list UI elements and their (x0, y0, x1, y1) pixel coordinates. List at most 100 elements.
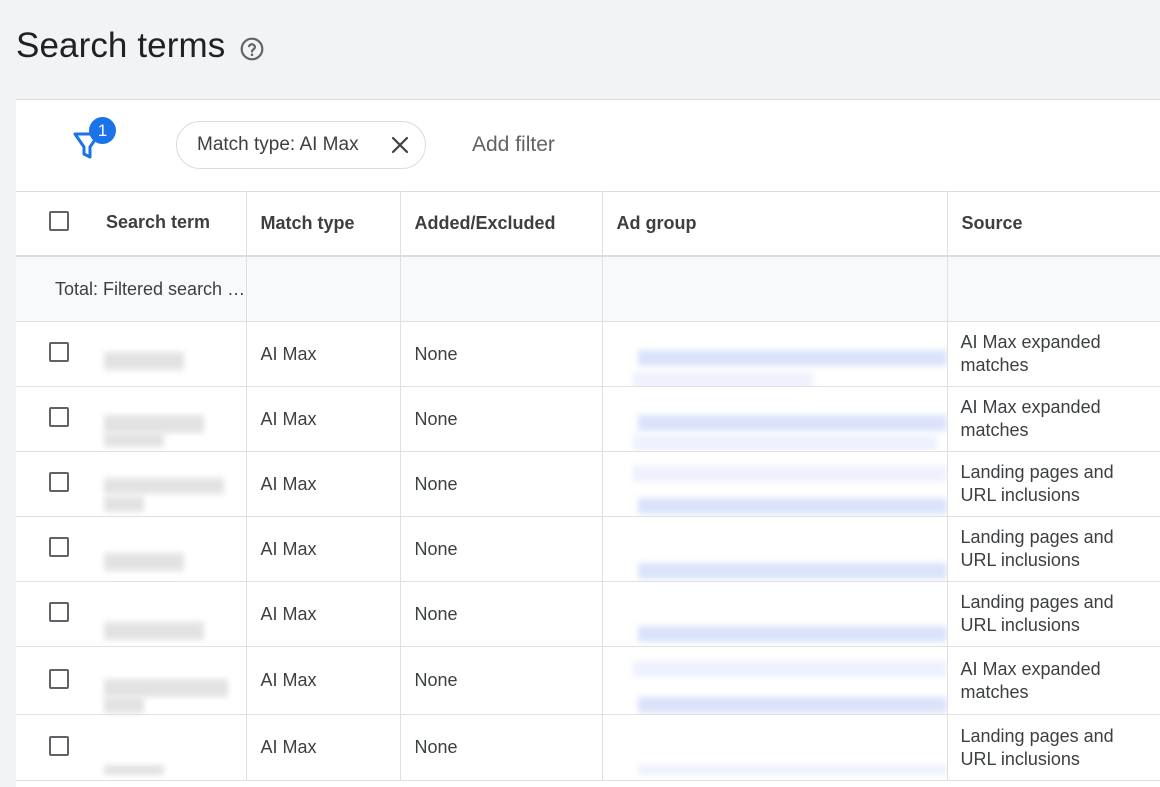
ad-group-cell[interactable] (602, 386, 948, 452)
added-excluded-value: None (414, 343, 458, 364)
table-row[interactable]: AI Max None AI Max expanded matches (16, 321, 1160, 387)
source-line: matches (960, 420, 1029, 440)
table-row[interactable]: AI Max None Landing pages and URL inclusi… (16, 581, 1160, 647)
search-terms-card: 1 Match type: AI Max Add filter Search t… (16, 99, 1160, 787)
source-line: URL inclusions (960, 550, 1080, 570)
total-label: Total: Filtered search … (55, 278, 246, 299)
column-header-source[interactable]: Source (947, 191, 1160, 257)
source-cell: AI Max expanded matches (947, 386, 1160, 452)
filter-bar: 1 Match type: AI Max Add filter (16, 100, 1160, 192)
redacted-ad-group (633, 517, 946, 581)
source-line: Landing pages and (960, 725, 1114, 746)
match-type-cell: AI Max (246, 386, 401, 452)
match-type-value: AI Max (260, 603, 317, 624)
match-type-value: AI Max (260, 737, 317, 757)
page-title-row: Search terms (16, 26, 265, 66)
added-excluded-cell: None (400, 321, 603, 387)
total-label-cell: Total: Filtered search … (16, 256, 247, 322)
row-checkbox[interactable] (49, 342, 69, 362)
source-cell: AI Max expanded matches (947, 321, 1160, 387)
redacted-ad-group (632, 387, 946, 451)
help-circle-icon[interactable] (239, 31, 265, 61)
row-checkbox[interactable] (49, 407, 69, 427)
redacted-search-term (104, 527, 228, 571)
redacted-search-term (104, 592, 228, 640)
added-excluded-value: None (414, 737, 458, 757)
added-excluded-value: None (414, 473, 458, 494)
total-cell (400, 256, 603, 322)
match-type-value: AI Max (260, 538, 317, 559)
ad-group-cell[interactable] (602, 451, 948, 517)
match-type-cell: AI Max (246, 451, 401, 517)
source-cell: Landing pages and URL inclusions (947, 451, 1160, 517)
table-row[interactable]: AI Max None Landing pages and URL inclusi… (16, 451, 1160, 517)
ad-group-cell[interactable] (602, 714, 948, 781)
filter-button[interactable]: 1 (72, 117, 120, 165)
column-header-ad-group[interactable]: Ad group (602, 191, 948, 257)
source-cell: Landing pages and URL inclusions (947, 516, 1160, 582)
source-line: Landing pages and (960, 592, 1114, 612)
redacted-ad-group (632, 322, 946, 386)
add-filter-button[interactable]: Add filter (472, 133, 555, 157)
close-icon[interactable] (389, 134, 411, 156)
match-type-cell: AI Max (246, 714, 401, 781)
row-checkbox[interactable] (49, 602, 69, 622)
search-term-cell (16, 321, 247, 387)
column-header-match-type[interactable]: Match type (246, 191, 401, 257)
redacted-search-term (104, 332, 228, 376)
match-type-cell: AI Max (246, 321, 401, 387)
added-excluded-cell: None (400, 386, 603, 452)
column-header-label: Ad group (616, 212, 697, 233)
column-header-label: Match type (260, 212, 355, 233)
ad-group-cell[interactable] (602, 321, 948, 387)
added-excluded-cell: None (400, 581, 603, 647)
source-line: AI Max expanded (960, 397, 1101, 417)
search-terms-table: Search term Match type Added/Excluded Ad… (16, 191, 1160, 781)
column-header-search-term[interactable]: Search term (16, 191, 247, 257)
column-header-added-excluded[interactable]: Added/Excluded (400, 191, 603, 257)
redacted-search-term (104, 397, 228, 447)
select-all-checkbox[interactable] (49, 211, 69, 231)
source-line: Landing pages and (960, 462, 1114, 482)
row-checkbox[interactable] (49, 472, 69, 492)
table-row[interactable]: AI Max None AI Max expanded matches (16, 646, 1160, 715)
ad-group-cell[interactable] (602, 646, 948, 715)
source-line: matches (960, 681, 1029, 702)
table-row[interactable]: AI Max None Landing pages and URL inclusi… (16, 516, 1160, 582)
table-row[interactable]: AI Max None Landing pages and URL inclusi… (16, 714, 1160, 781)
row-checkbox[interactable] (49, 668, 69, 689)
redacted-ad-group (632, 452, 946, 516)
redacted-ad-group (633, 582, 946, 646)
match-type-value: AI Max (260, 408, 317, 429)
ad-group-cell[interactable] (602, 581, 948, 647)
redacted-search-term (104, 725, 228, 775)
source-line: URL inclusions (960, 748, 1080, 769)
added-excluded-value: None (414, 603, 458, 624)
total-cell (246, 256, 401, 322)
filter-chip-label: Match type: AI Max (197, 134, 359, 155)
redacted-ad-group (633, 715, 946, 780)
redacted-search-term (104, 462, 228, 512)
search-term-cell (16, 581, 247, 647)
page-title: Search terms (16, 26, 226, 65)
added-excluded-cell: None (400, 451, 603, 517)
added-excluded-value: None (414, 408, 458, 429)
source-cell: AI Max expanded matches (947, 646, 1160, 715)
table-row[interactable]: AI Max None AI Max expanded matches (16, 386, 1160, 452)
match-type-filter-chip[interactable]: Match type: AI Max (176, 121, 426, 169)
match-type-value: AI Max (260, 670, 317, 690)
ad-group-cell[interactable] (602, 516, 948, 582)
source-line: URL inclusions (960, 485, 1080, 505)
added-excluded-cell: None (400, 714, 603, 781)
search-term-cell (16, 646, 247, 715)
filter-count-badge: 1 (89, 117, 116, 144)
added-excluded-cell: None (400, 646, 603, 715)
row-checkbox[interactable] (49, 735, 69, 756)
match-type-cell: AI Max (246, 581, 401, 647)
source-line: URL inclusions (960, 615, 1080, 635)
column-header-label: Search term (106, 212, 211, 232)
redacted-search-term (104, 657, 228, 713)
row-checkbox[interactable] (49, 537, 69, 557)
source-line: AI Max expanded (960, 658, 1101, 679)
search-term-cell (16, 714, 247, 781)
